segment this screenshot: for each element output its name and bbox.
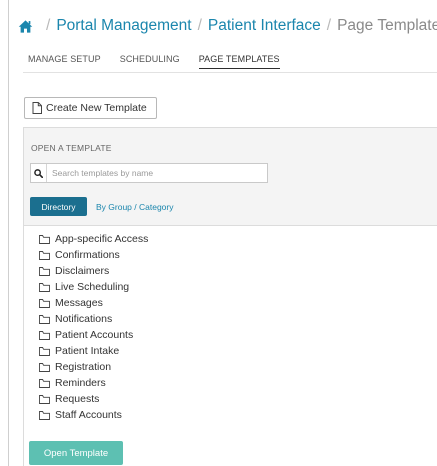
tab-scheduling[interactable]: SCHEDULING	[120, 54, 180, 69]
panel-header: OPEN A TEMPLATE Directory By Group / Cat…	[24, 128, 437, 226]
folder-icon	[39, 266, 50, 276]
folder-item[interactable]: App-specific Access	[39, 231, 148, 247]
tab-divider	[23, 72, 437, 73]
folder-icon	[39, 362, 50, 372]
folder-icon	[39, 346, 50, 356]
folder-label: App-specific Access	[55, 233, 149, 245]
create-new-template-button[interactable]: Create New Template	[24, 97, 157, 119]
folder-label: Registration	[55, 361, 112, 373]
home-icon[interactable]	[18, 19, 33, 34]
open-template-button[interactable]: Open Template	[29, 441, 123, 465]
directory-button[interactable]: Directory	[30, 197, 87, 216]
folder-item[interactable]: Reminders	[39, 375, 148, 391]
open-template-panel: OPEN A TEMPLATE Directory By Group / Cat…	[23, 127, 437, 466]
folder-item[interactable]: Live Scheduling	[39, 279, 148, 295]
tab-bar: MANAGE SETUP SCHEDULING PAGE TEMPLATES	[28, 54, 299, 69]
panel-title: OPEN A TEMPLATE	[31, 143, 112, 153]
folder-label: Notifications	[55, 313, 113, 325]
folder-icon	[39, 298, 50, 308]
folder-label: Reminders	[55, 377, 106, 389]
by-group-category-link[interactable]: By Group / Category	[96, 197, 173, 216]
template-search	[30, 163, 268, 183]
folder-icon	[39, 282, 50, 292]
folder-label: Confirmations	[55, 249, 120, 261]
folder-item[interactable]: Notifications	[39, 311, 148, 327]
folder-item[interactable]: Messages	[39, 295, 148, 311]
folder-label: Disclaimers	[55, 265, 110, 277]
folder-label: Messages	[55, 297, 103, 309]
breadcrumb-separator: /	[46, 17, 51, 34]
breadcrumb: / Portal Management / Patient Interface …	[18, 14, 437, 38]
folder-label: Staff Accounts	[55, 409, 122, 421]
search-icon	[31, 164, 47, 182]
search-templates-input[interactable]	[47, 164, 267, 182]
folder-item[interactable]: Patient Intake	[39, 343, 148, 359]
folder-item[interactable]: Registration	[39, 359, 148, 375]
create-new-template-label: Create New Template	[46, 102, 147, 114]
folder-label: Patient Accounts	[55, 329, 134, 341]
folder-item[interactable]: Staff Accounts	[39, 407, 148, 423]
folder-icon	[39, 314, 50, 324]
breadcrumb-patient-interface[interactable]: Patient Interface	[208, 17, 321, 35]
folder-list: App-specific Access Confirmations Disclaim…	[39, 231, 148, 423]
breadcrumb-portal-management[interactable]: Portal Management	[56, 17, 191, 35]
breadcrumb-separator: /	[326, 17, 332, 34]
folder-icon	[39, 250, 50, 260]
folder-label: Live Scheduling	[55, 281, 130, 293]
folder-label: Requests	[55, 393, 100, 405]
breadcrumb-separator: /	[197, 17, 202, 34]
folder-icon	[39, 330, 50, 340]
folder-icon	[39, 234, 50, 244]
folder-icon	[39, 394, 50, 404]
folder-icon	[39, 378, 50, 388]
folder-label: Patient Intake	[55, 345, 120, 357]
folder-item[interactable]: Patient Accounts	[39, 327, 148, 343]
tab-manage-setup[interactable]: MANAGE SETUP	[28, 54, 101, 69]
tab-page-templates[interactable]: PAGE TEMPLATES	[198, 54, 280, 69]
document-icon	[32, 102, 42, 114]
folder-icon	[39, 410, 50, 420]
breadcrumb-current: Page Templates	[337, 17, 437, 34]
folder-item[interactable]: Confirmations	[39, 247, 148, 263]
folder-item[interactable]: Disclaimers	[39, 263, 148, 279]
folder-item[interactable]: Requests	[39, 391, 148, 407]
